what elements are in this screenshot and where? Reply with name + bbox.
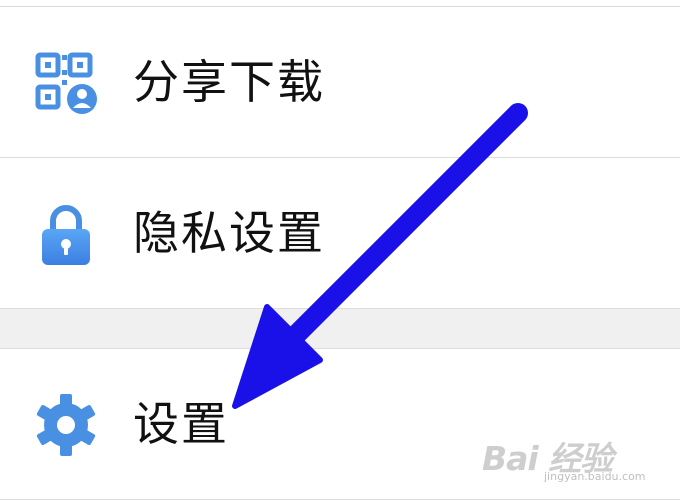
gear-icon — [36, 394, 96, 456]
qr-code-user-icon — [35, 52, 97, 114]
menu-item-label: 隐私设置 — [133, 206, 325, 260]
menu-item-label: 设置 — [133, 397, 229, 451]
watermark: Bai 经验 jingyan.baidu.com — [482, 432, 662, 490]
section-gap — [0, 309, 680, 348]
lock-icon — [42, 205, 90, 265]
menu-item-privacy-settings[interactable]: 隐私设置 — [0, 158, 680, 308]
menu-item-label: 分享下载 — [133, 55, 325, 109]
menu-item-share-download[interactable]: 分享下载 — [0, 7, 680, 157]
watermark-url: jingyan.baidu.com — [544, 470, 646, 483]
